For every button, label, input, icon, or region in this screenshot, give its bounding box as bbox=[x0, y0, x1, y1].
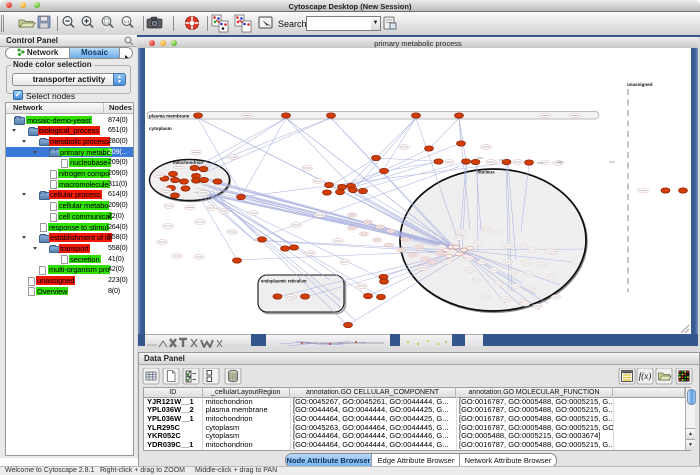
svg-text:1:1: 1:1 bbox=[124, 19, 130, 24]
svg-text:cytoplasm: cytoplasm bbox=[149, 126, 172, 131]
svg-text:f(x): f(x) bbox=[639, 371, 652, 381]
svg-text:nucleus: nucleus bbox=[477, 170, 495, 175]
svg-text:endoplasmic reticulum: endoplasmic reticulum bbox=[261, 279, 307, 284]
svg-text:plasma membrane: plasma membrane bbox=[149, 113, 190, 118]
svg-text:unassigned: unassigned bbox=[627, 82, 653, 87]
